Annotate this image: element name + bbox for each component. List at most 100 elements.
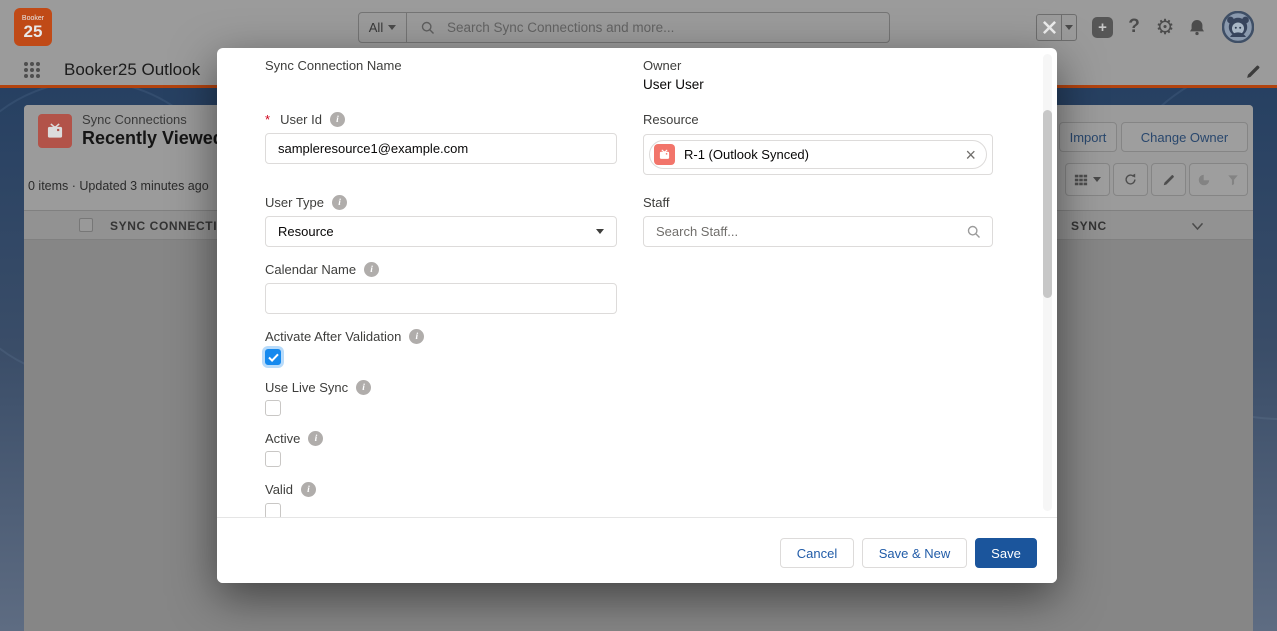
user-id-input[interactable] — [265, 133, 617, 164]
required-asterisk: * — [265, 112, 270, 127]
info-icon[interactable]: i — [308, 431, 323, 446]
check-icon — [268, 353, 279, 362]
info-icon[interactable]: i — [364, 262, 379, 277]
search-icon — [967, 225, 981, 239]
checkbox-use-live-sync[interactable] — [265, 400, 281, 416]
filter-icon — [1226, 173, 1240, 187]
cancel-label: Cancel — [797, 546, 837, 561]
search-scope-selector[interactable]: All — [359, 13, 407, 42]
caret-down-icon — [596, 229, 604, 234]
field-label-staff: Staff — [643, 195, 670, 210]
global-actions-icon[interactable]: + — [1092, 17, 1113, 38]
global-header: Booker 25 All Search Sync Connections an… — [0, 0, 1277, 55]
plus-icon: + — [1098, 19, 1107, 36]
caret-down-icon — [388, 25, 396, 30]
table-icon — [1074, 173, 1088, 187]
list-meta: 0 items · Updated 3 minutes ago — [28, 179, 209, 193]
label-text: Calendar Name — [265, 262, 356, 277]
search-input[interactable]: Search Sync Connections and more... — [447, 20, 674, 35]
change-owner-label: Change Owner — [1141, 130, 1228, 145]
staff-search-input[interactable] — [643, 216, 993, 247]
pencil-icon — [1162, 173, 1176, 187]
field-label-sync-connection-name: Sync Connection Name — [265, 58, 402, 73]
favorites-split-button[interactable] — [1036, 14, 1077, 41]
save-button[interactable]: Save — [975, 538, 1037, 568]
import-button[interactable]: Import — [1059, 122, 1117, 152]
info-icon[interactable]: i — [330, 112, 345, 127]
inline-edit-button[interactable] — [1151, 163, 1186, 196]
resource-pill[interactable]: R-1 (Outlook Synced) × — [649, 140, 987, 169]
field-label-user-id: * User Id i — [265, 112, 345, 127]
app-launcher-waffle-icon[interactable] — [24, 62, 40, 78]
setup-gear-icon[interactable]: ⚙ — [1152, 12, 1178, 42]
resource-lookup-field[interactable]: R-1 (Outlook Synced) × — [643, 134, 993, 175]
field-label-activate-after-validation: Activate After Validation i — [265, 329, 424, 344]
notifications-bell-icon[interactable] — [1186, 15, 1208, 39]
close-x-icon[interactable] — [1037, 15, 1062, 40]
label-text: User Id — [280, 112, 322, 127]
calendar-name-input[interactable] — [265, 283, 617, 314]
gear-glyph: ⚙ — [1156, 15, 1175, 40]
user-type-value: Resource — [278, 224, 334, 239]
field-label-active: Active i — [265, 431, 323, 446]
checkbox-active[interactable] — [265, 451, 281, 467]
info-icon[interactable]: i — [356, 380, 371, 395]
user-type-select[interactable]: Resource — [265, 216, 617, 247]
resource-record-icon — [654, 144, 675, 165]
edit-nav-pencil-icon[interactable] — [1245, 63, 1262, 80]
label-text: User Type — [265, 195, 324, 210]
modal-form: Sync Connection Name Owner User User * U… — [217, 48, 1057, 517]
change-owner-button[interactable]: Change Owner — [1121, 122, 1248, 152]
refresh-button[interactable] — [1113, 163, 1148, 196]
user-avatar[interactable] — [1222, 11, 1254, 43]
cancel-button[interactable]: Cancel — [780, 538, 854, 568]
modal-scrollbar-thumb[interactable] — [1043, 110, 1052, 298]
field-label-calendar-name: Calendar Name i — [265, 262, 379, 277]
remove-pill-icon[interactable]: × — [965, 148, 976, 162]
owner-value: User User — [643, 77, 704, 92]
help-glyph: ? — [1128, 16, 1140, 38]
checkbox-activate-after-validation[interactable] — [265, 349, 281, 365]
refresh-icon — [1123, 172, 1138, 187]
display-settings-button[interactable] — [1065, 163, 1110, 196]
modal-footer: Cancel Save & New Save — [217, 517, 1057, 583]
info-icon[interactable]: i — [301, 482, 316, 497]
save-label: Save — [991, 546, 1021, 561]
info-icon[interactable]: i — [409, 329, 424, 344]
favorites-dropdown-caret[interactable] — [1062, 15, 1076, 40]
filters-button[interactable] — [1218, 163, 1248, 196]
sync-connections-object-icon — [38, 114, 72, 148]
search-scope-label: All — [369, 20, 383, 35]
field-label-owner: Owner — [643, 58, 681, 73]
field-label-resource: Resource — [643, 112, 699, 127]
view-title[interactable]: Recently Viewed — [82, 128, 224, 149]
checkbox-valid[interactable] — [265, 503, 281, 517]
label-text: Valid — [265, 482, 293, 497]
field-label-valid: Valid i — [265, 482, 316, 497]
field-label-user-type: User Type i — [265, 195, 347, 210]
save-and-new-label: Save & New — [879, 546, 951, 561]
help-icon[interactable]: ? — [1123, 14, 1145, 40]
caret-down-icon — [1093, 177, 1101, 182]
label-text: Staff — [643, 195, 670, 210]
label-text: Owner — [643, 58, 681, 73]
new-sync-connection-modal: Sync Connection Name Owner User User * U… — [217, 48, 1057, 583]
column-header-sync-connection[interactable]: SYNC CONNECTI — [110, 219, 217, 233]
logo-text-number: 25 — [24, 23, 43, 40]
select-all-checkbox[interactable] — [79, 218, 93, 232]
column-header-sync[interactable]: SYNC — [1071, 219, 1107, 233]
label-text: Active — [265, 431, 300, 446]
label-text: Sync Connection Name — [265, 58, 402, 73]
search-icon — [421, 21, 435, 35]
global-search[interactable]: All Search Sync Connections and more... — [358, 12, 890, 43]
label-text: Activate After Validation — [265, 329, 401, 344]
app-name: Booker25 Outlook — [64, 60, 200, 80]
app-logo[interactable]: Booker 25 — [14, 8, 52, 46]
import-label: Import — [1070, 130, 1107, 145]
save-and-new-button[interactable]: Save & New — [862, 538, 967, 568]
charts-button[interactable] — [1189, 163, 1219, 196]
object-label: Sync Connections — [82, 112, 187, 127]
screen: Booker 25 All Search Sync Connections an… — [0, 0, 1277, 631]
info-icon[interactable]: i — [332, 195, 347, 210]
chevron-down-icon[interactable] — [1190, 220, 1205, 233]
